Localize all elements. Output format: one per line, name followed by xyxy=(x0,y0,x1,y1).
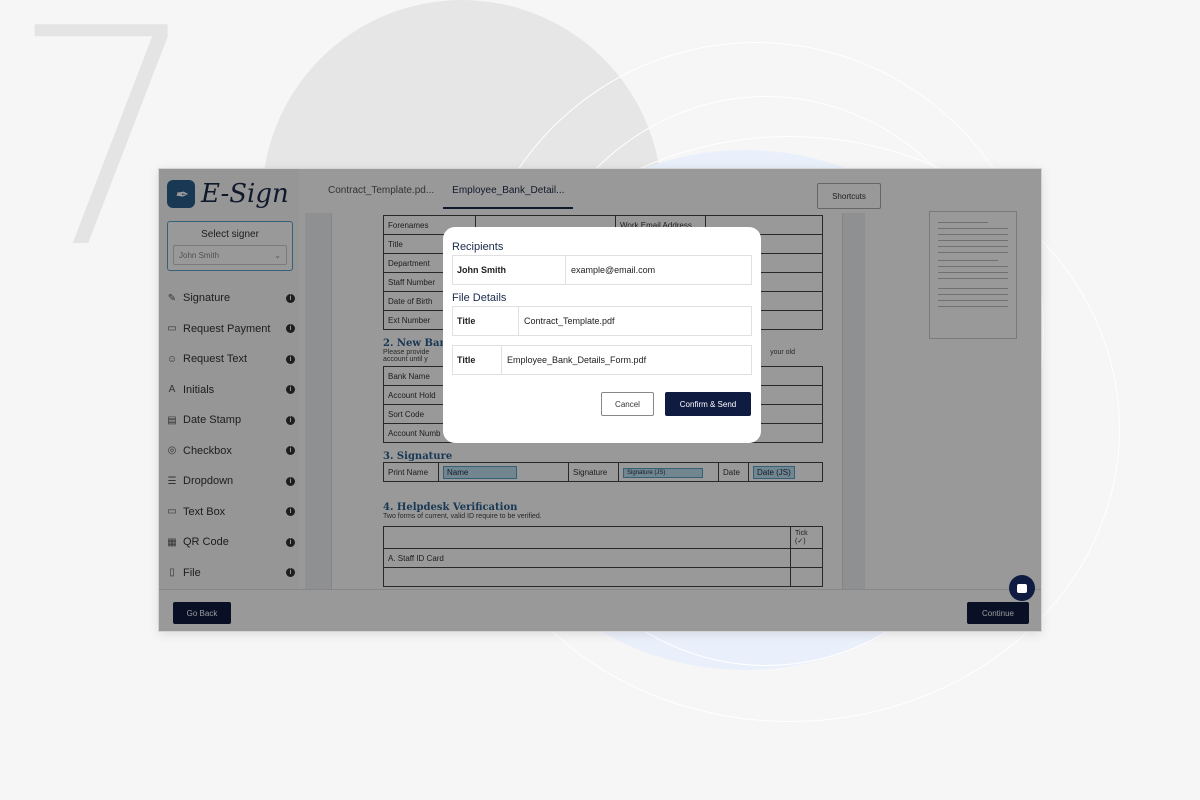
file-title-value: Employee_Bank_Details_Form.pdf xyxy=(507,355,647,365)
file-details-heading: File Details xyxy=(452,292,507,304)
chat-bubble-glyph xyxy=(1017,583,1027,593)
confirm-send-dialog: Recipients John Smith example@email.com … xyxy=(443,227,761,443)
confirm-send-button[interactable]: Confirm & Send xyxy=(665,392,751,416)
file-row: Title Employee_Bank_Details_Form.pdf xyxy=(452,345,752,375)
dialog-actions: Cancel Confirm & Send xyxy=(601,392,751,416)
file-title-label: Title xyxy=(453,307,519,335)
cancel-button[interactable]: Cancel xyxy=(601,392,654,416)
chat-icon[interactable] xyxy=(1009,575,1035,601)
recipients-heading: Recipients xyxy=(452,241,504,253)
recipient-email: example@email.com xyxy=(571,265,656,275)
file-title-value: Contract_Template.pdf xyxy=(524,316,615,326)
recipient-row: John Smith example@email.com xyxy=(452,255,752,285)
file-row: Title Contract_Template.pdf xyxy=(452,306,752,336)
recipient-name: John Smith xyxy=(453,256,566,284)
esign-app-window: ✒ E-Sign Select signer John Smith ⌄ ✎ Si… xyxy=(158,168,1042,632)
file-title-label: Title xyxy=(453,346,502,374)
